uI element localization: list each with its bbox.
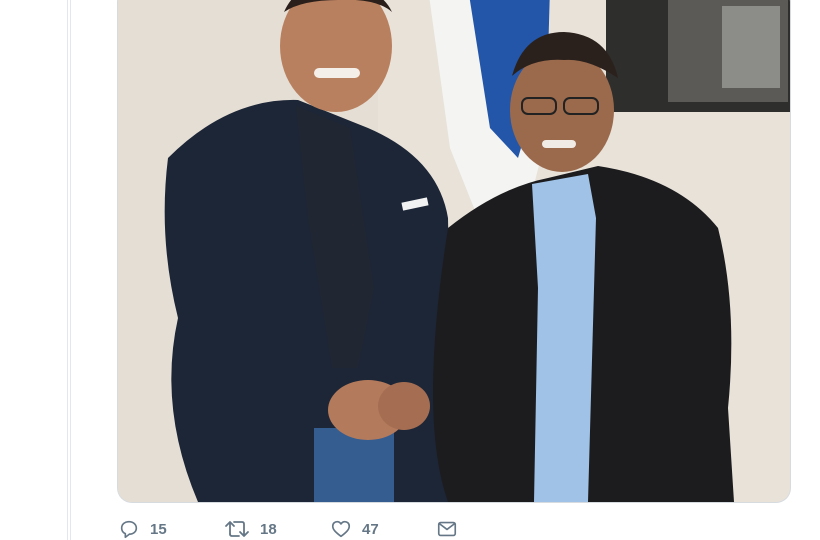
envelope-icon [437,521,457,537]
reply-count: 15 [150,520,167,538]
heart-icon [331,520,351,538]
retweet-icon [225,521,249,537]
tweet-photo[interactable] [118,0,790,502]
timeline-thread-line [67,0,71,540]
retweet-button[interactable]: 18 [224,518,330,540]
direct-message-button[interactable] [436,518,542,540]
retweet-count: 18 [260,520,277,538]
reply-button[interactable]: 15 [118,518,224,540]
reply-icon [120,520,138,539]
like-button[interactable]: 47 [330,518,436,540]
tweet-action-bar: 15 18 47 [118,518,542,540]
tweet-photo-image [118,0,790,502]
like-count: 47 [362,520,379,538]
